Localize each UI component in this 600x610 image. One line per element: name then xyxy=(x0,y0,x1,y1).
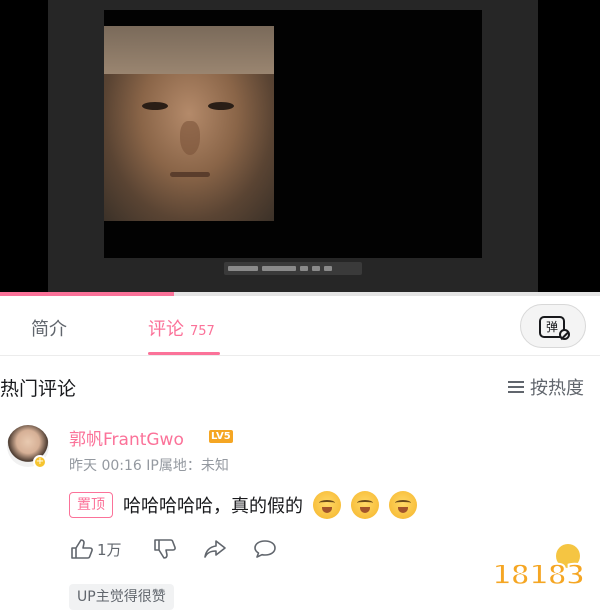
comment-meta: 昨天 00:16 IP属地：未知 xyxy=(69,458,229,474)
tab-intro[interactable]: 简介 xyxy=(31,315,67,341)
reply-icon[interactable] xyxy=(252,538,278,560)
sort-button[interactable]: 按热度 xyxy=(508,374,584,400)
pinned-badge: 置顶 xyxy=(69,492,113,518)
laugh-cry-emoji-icon xyxy=(389,491,417,519)
comment-text: 哈哈哈哈哈，真的假的 xyxy=(123,496,303,517)
like-count: 1万 xyxy=(97,540,122,559)
video-face-image xyxy=(104,26,274,221)
up-liked-badge: UP主觉得很赞 xyxy=(69,584,174,610)
share-icon[interactable] xyxy=(202,538,228,560)
active-tab-indicator xyxy=(148,352,220,355)
thumb-up-icon[interactable] xyxy=(69,538,95,560)
disabled-icon xyxy=(559,329,570,340)
thumb-down-icon[interactable] xyxy=(152,538,178,560)
watermark-text: 18183 xyxy=(491,557,586,592)
hot-comments-heading: 热门评论 xyxy=(0,378,77,400)
comment-username[interactable]: 郭帆FrantGwo xyxy=(69,425,184,450)
watermark-logo: 18183 xyxy=(491,544,592,596)
laugh-cry-emoji-icon xyxy=(351,491,379,519)
comments-count: 757 xyxy=(190,324,215,339)
sort-label: 按热度 xyxy=(530,378,584,399)
user-level-badge: LV5 xyxy=(209,430,233,443)
comment-content: 哈哈哈哈哈，真的假的 xyxy=(123,491,417,519)
comment-actions: 1万 xyxy=(69,536,278,562)
danmaku-toggle-button[interactable]: 弹 xyxy=(520,304,586,348)
embedded-player-toolbar xyxy=(224,262,362,275)
sort-icon xyxy=(508,380,524,394)
tab-comments[interactable]: 评论 757 xyxy=(148,315,215,341)
video-player[interactable] xyxy=(0,0,600,292)
tab-comments-label: 评论 xyxy=(148,319,184,340)
tab-bar: 简介 评论 757 弹 xyxy=(0,296,600,356)
laugh-cry-emoji-icon xyxy=(313,491,341,519)
verified-badge-icon: + xyxy=(33,455,47,469)
